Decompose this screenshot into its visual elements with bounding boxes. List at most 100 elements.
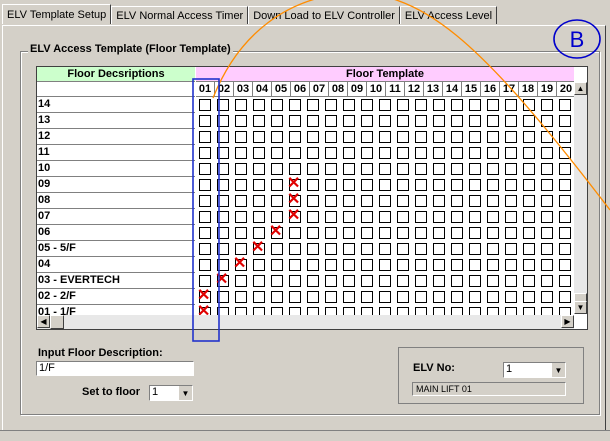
floor-09-checkbox[interactable] (343, 243, 355, 255)
floor-18-checkbox[interactable] (505, 115, 517, 127)
floor-12-checkbox[interactable] (397, 179, 409, 191)
floor-20-checkbox[interactable] (541, 227, 553, 239)
floor-01-checkbox[interactable] (199, 227, 211, 239)
floor-02-checkbox[interactable] (217, 147, 229, 159)
floor-07-checkbox[interactable] (307, 131, 319, 143)
scroll-down-button[interactable]: ▼ (574, 301, 587, 314)
floor-row-label[interactable]: 08 (37, 193, 195, 209)
floor-12-checkbox[interactable] (397, 99, 409, 111)
floor-01-checkbox[interactable] (199, 131, 211, 143)
floor-11-checkbox[interactable] (379, 179, 391, 191)
floor-02-checkbox[interactable] (217, 163, 229, 175)
floor-12-checkbox[interactable] (397, 243, 409, 255)
floor-06-checkbox[interactable] (289, 259, 301, 271)
floor-13-checkbox[interactable] (415, 259, 427, 271)
floor-13-checkbox[interactable] (415, 195, 427, 207)
floor-18-checkbox[interactable] (505, 147, 517, 159)
floor-01-checkbox[interactable] (199, 163, 211, 175)
floor-14-checkbox[interactable] (433, 115, 445, 127)
floor-18-checkbox[interactable] (505, 131, 517, 143)
floor-19-checkbox[interactable] (523, 195, 535, 207)
floor-10-checkbox[interactable] (361, 211, 373, 223)
floor-row-label[interactable]: 13 (37, 113, 195, 129)
floor-01-checkbox[interactable] (199, 211, 211, 223)
floor-15-checkbox[interactable] (451, 131, 463, 143)
floor-03-checkbox[interactable] (235, 99, 247, 111)
floor-05-checkbox[interactable] (271, 275, 283, 287)
floor-16-checkbox[interactable] (469, 227, 481, 239)
floor-02-checkbox[interactable] (217, 131, 229, 143)
floor-14-checkbox[interactable] (433, 275, 445, 287)
floor-16-checkbox[interactable] (469, 259, 481, 271)
tab-download-to-elv-controller[interactable]: Down Load to ELV Controller (248, 6, 400, 24)
set-to-floor-select[interactable]: 1 ▼ (149, 385, 193, 401)
floor-08-checkbox[interactable] (325, 99, 337, 111)
floor-19-checkbox[interactable] (523, 131, 535, 143)
floor-04-checkbox[interactable] (253, 195, 265, 207)
floor-row-label[interactable]: 06 (37, 225, 195, 241)
floor-14-checkbox[interactable] (433, 211, 445, 223)
floor-19-checkbox[interactable] (523, 243, 535, 255)
floor-03-checkbox[interactable] (235, 147, 247, 159)
floor-10-checkbox[interactable] (361, 115, 373, 127)
floor-20-checkbox[interactable] (541, 291, 553, 303)
floor-03-checkbox[interactable] (235, 163, 247, 175)
floor-17-checkbox[interactable] (487, 195, 499, 207)
floor-18-checkbox[interactable] (505, 275, 517, 287)
floor-20-checkbox[interactable] (541, 275, 553, 287)
floor-10-checkbox[interactable] (361, 259, 373, 271)
floor-16-checkbox[interactable] (469, 275, 481, 287)
floor-20-checkbox[interactable] (541, 243, 553, 255)
floor-14-checkbox[interactable] (433, 259, 445, 271)
floor-03-checkbox[interactable]: ✕ (233, 255, 247, 272)
floor-05-checkbox[interactable] (271, 131, 283, 143)
floor-13-checkbox[interactable] (415, 291, 427, 303)
floor-14-checkbox[interactable] (433, 99, 445, 111)
floor-17-checkbox[interactable] (487, 179, 499, 191)
floor-05-checkbox[interactable] (271, 243, 283, 255)
tab-elv-normal-access-timer[interactable]: ELV Normal Access Timer (111, 6, 249, 24)
floor-21-checkbox[interactable] (559, 163, 571, 175)
floor-18-checkbox[interactable] (505, 211, 517, 223)
floor-16-checkbox[interactable] (469, 243, 481, 255)
floor-17-checkbox[interactable] (487, 163, 499, 175)
horizontal-scroll-thumb[interactable] (50, 315, 64, 329)
floor-17-checkbox[interactable] (487, 227, 499, 239)
floor-15-checkbox[interactable] (451, 259, 463, 271)
floor-13-checkbox[interactable] (415, 211, 427, 223)
floor-11-checkbox[interactable] (379, 291, 391, 303)
floor-07-checkbox[interactable] (307, 179, 319, 191)
floor-07-checkbox[interactable] (307, 115, 319, 127)
floor-17-checkbox[interactable] (487, 243, 499, 255)
floor-15-checkbox[interactable] (451, 211, 463, 223)
floor-20-checkbox[interactable] (541, 179, 553, 191)
floor-02-checkbox[interactable] (217, 243, 229, 255)
floor-13-checkbox[interactable] (415, 243, 427, 255)
floor-15-checkbox[interactable] (451, 99, 463, 111)
floor-16-checkbox[interactable] (469, 99, 481, 111)
floor-08-checkbox[interactable] (325, 179, 337, 191)
floor-21-checkbox[interactable] (559, 99, 571, 111)
floor-12-checkbox[interactable] (397, 115, 409, 127)
floor-10-checkbox[interactable] (361, 147, 373, 159)
floor-10-checkbox[interactable] (361, 275, 373, 287)
floor-06-checkbox[interactable] (289, 227, 301, 239)
floor-12-checkbox[interactable] (397, 131, 409, 143)
floor-04-checkbox[interactable] (253, 179, 265, 191)
floor-row-label[interactable]: 04 (37, 257, 195, 273)
floor-04-checkbox[interactable] (253, 227, 265, 239)
floor-19-checkbox[interactable] (523, 275, 535, 287)
floor-14-checkbox[interactable] (433, 243, 445, 255)
floor-07-checkbox[interactable] (307, 275, 319, 287)
floor-20-checkbox[interactable] (541, 115, 553, 127)
floor-07-checkbox[interactable] (307, 211, 319, 223)
floor-20-checkbox[interactable] (541, 163, 553, 175)
floor-05-checkbox[interactable] (271, 163, 283, 175)
floor-13-checkbox[interactable] (415, 275, 427, 287)
floor-14-checkbox[interactable] (433, 147, 445, 159)
floor-05-checkbox[interactable] (271, 259, 283, 271)
floor-02-checkbox[interactable] (217, 195, 229, 207)
floor-01-checkbox[interactable] (199, 115, 211, 127)
floor-15-checkbox[interactable] (451, 163, 463, 175)
floor-05-checkbox[interactable] (271, 179, 283, 191)
